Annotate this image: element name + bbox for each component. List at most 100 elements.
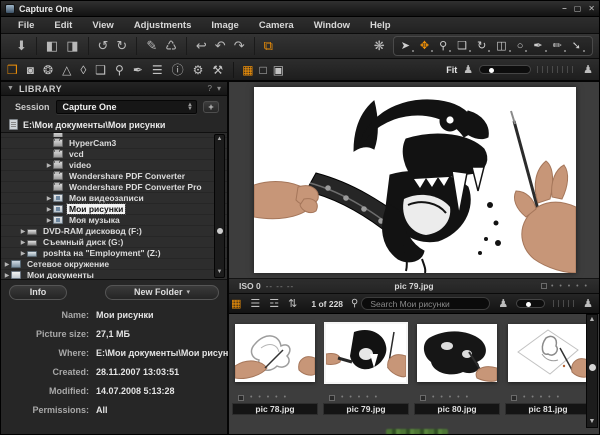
tree-scroll-track[interactable] <box>215 144 224 268</box>
keystone-tool-icon[interactable]: ◫ <box>496 38 510 54</box>
info-tab-icon[interactable]: ⓘ <box>172 62 184 78</box>
tree-item[interactable]: ▶DVD-RAM дисковод (F:) <box>1 226 227 237</box>
thumbnail-image[interactable] <box>235 324 315 382</box>
thumb-rows-icon[interactable]: ☲ <box>269 297 279 310</box>
menu-view[interactable]: View <box>83 20 122 31</box>
grid-view-icon[interactable]: ▦ <box>242 62 253 78</box>
lens-tab-icon[interactable]: ◊ <box>80 62 86 78</box>
thumbnail-image[interactable] <box>508 324 588 382</box>
tree-item[interactable]: ▶Моя музыка <box>1 215 227 226</box>
rotate-image-ccw-icon[interactable]: ↺ <box>98 37 109 55</box>
scroll-up-icon[interactable]: ▲ <box>217 135 223 144</box>
select-checkbox[interactable] <box>511 395 517 401</box>
image-viewer[interactable] <box>229 82 599 279</box>
session-select[interactable]: Capture One ▲ ▼ <box>56 100 197 114</box>
tree-item[interactable]: ▶Мои документы <box>1 270 227 280</box>
close-button[interactable]: ✕ <box>588 4 595 14</box>
tree-expand-icon[interactable]: ▶ <box>3 261 11 268</box>
zoom-slider-knob[interactable] <box>489 68 494 73</box>
collapse-icon[interactable]: ▼ <box>7 85 14 92</box>
scroll-down-icon[interactable]: ▼ <box>217 268 223 277</box>
tree-item[interactable]: HyperCam3 <box>1 138 227 149</box>
edit-folder-icon[interactable]: ✎ <box>146 37 157 55</box>
rotate-screen-left-icon[interactable]: ◧ <box>46 37 58 55</box>
copy-settings-icon[interactable]: ⧉ <box>264 37 273 55</box>
apply-adjustments-tool-icon[interactable]: ➘ <box>572 38 585 54</box>
tree-item[interactable]: ▶Сетевое окружение <box>1 259 227 270</box>
rating-dots[interactable]: • • • • • <box>250 394 288 401</box>
panel-menu-icon[interactable]: ▾ <box>217 84 221 93</box>
settings-tab-icon[interactable]: ⚙ <box>193 62 204 78</box>
browser-scrollbar[interactable]: ▲ ▼ <box>586 314 598 428</box>
tree-item[interactable]: ▶Мои видеозаписи <box>1 193 227 204</box>
menu-file[interactable]: File <box>9 20 43 31</box>
select-checkbox[interactable] <box>420 395 426 401</box>
crop-tool-icon[interactable]: ❑ <box>457 38 471 54</box>
rotate-image-cw-icon[interactable]: ↻ <box>116 37 127 55</box>
fit-label[interactable]: Fit <box>446 65 457 75</box>
rating-dots[interactable]: • • • • • <box>523 394 561 401</box>
undo-all-icon[interactable]: ↩ <box>196 37 207 55</box>
select-tool-icon[interactable]: ➤ <box>401 38 414 54</box>
tree-item[interactable]: ▶video <box>1 160 227 171</box>
rotate-screen-right-icon[interactable]: ◨ <box>66 37 78 55</box>
tree-scrollbar[interactable]: ▲ ▼ <box>214 134 225 278</box>
tree-expand-icon[interactable]: ▶ <box>19 239 27 246</box>
tree-expand-icon[interactable]: ▶ <box>19 228 27 235</box>
thumb-size-slider[interactable] <box>516 299 545 308</box>
tree-expand-icon[interactable]: ▶ <box>45 195 53 202</box>
tree-scroll-thumb[interactable] <box>217 228 223 234</box>
select-checkbox[interactable] <box>238 395 244 401</box>
thumb-list-icon[interactable]: ☰ <box>250 297 260 310</box>
title-bar[interactable]: Capture One – ▢ ✕ <box>1 1 599 17</box>
white-balance-icon[interactable]: ❋ <box>374 37 385 55</box>
thumbnail-cell-selected[interactable]: • • • • • pic 79.jpg <box>322 320 410 435</box>
tree-expand-icon[interactable]: ▶ <box>19 250 27 257</box>
color-tab-icon[interactable]: ❂ <box>43 62 53 78</box>
menu-adjustments[interactable]: Adjustments <box>125 20 201 31</box>
minimize-button[interactable]: – <box>562 4 566 14</box>
tree-item[interactable]: ▶Съемный диск (G:) <box>1 237 227 248</box>
tree-expand-icon[interactable]: ▶ <box>45 162 53 169</box>
draw-mask-tool-icon[interactable]: ✒ <box>533 38 546 54</box>
tree-expand-icon[interactable]: ▶ <box>45 217 53 224</box>
tree-item[interactable]: ▶Мои рисунки <box>1 204 227 215</box>
help-icon[interactable]: ? <box>208 84 212 93</box>
metadata-tab-icon[interactable]: ☰ <box>152 62 163 78</box>
scroll-up-icon[interactable]: ▲ <box>589 315 596 325</box>
thumb-grid-icon[interactable]: ▦ <box>231 297 241 310</box>
tree-item[interactable]: Wondershare PDF Converter Pro <box>1 182 227 193</box>
redo-icon[interactable]: ↷ <box>234 37 245 55</box>
browser-scroll-track[interactable] <box>587 325 597 417</box>
trash-icon[interactable]: ♺ <box>165 37 177 55</box>
menu-image[interactable]: Image <box>202 20 247 31</box>
pan-tool-icon[interactable]: ✥ <box>420 38 433 54</box>
import-images-icon[interactable]: ⬇ <box>16 37 27 55</box>
library-header[interactable]: ▼ LIBRARY ? ▾ <box>1 82 227 96</box>
session-down-icon[interactable]: ▼ <box>187 107 193 111</box>
crop-tab-icon[interactable]: ❑ <box>95 62 106 78</box>
thumbnail-image[interactable] <box>417 324 497 382</box>
new-folder-button[interactable]: New Folder ▾ <box>105 285 219 300</box>
zoom-slider[interactable] <box>479 65 531 74</box>
focus-tab-icon[interactable]: ⚲ <box>115 62 124 78</box>
library-tab-icon[interactable]: ❒ <box>7 62 18 78</box>
preview-image[interactable] <box>254 87 576 273</box>
scroll-down-icon[interactable]: ▼ <box>589 417 596 427</box>
rating-dots[interactable]: • • • • • <box>432 394 470 401</box>
info-button[interactable]: Info <box>9 285 67 300</box>
proof-view-icon[interactable]: ▣ <box>273 62 284 78</box>
browser-scroll-thumb[interactable] <box>589 364 596 371</box>
select-checkbox[interactable] <box>541 283 547 289</box>
menu-edit[interactable]: Edit <box>45 20 81 31</box>
rotate-tool-icon[interactable]: ↻ <box>477 38 490 54</box>
tree-item[interactable]: Wondershare PDF Converter <box>1 171 227 182</box>
thumbnail-image[interactable] <box>326 324 406 382</box>
thumbnail-cell[interactable]: • • • • • pic 78.jpg <box>231 320 319 435</box>
sort-icon[interactable]: ⇅ <box>288 297 297 310</box>
spot-tool-icon[interactable]: ○ <box>517 38 528 54</box>
maximize-button[interactable]: ▢ <box>574 4 582 14</box>
tree-item[interactable]: vcd <box>1 149 227 160</box>
menu-window[interactable]: Window <box>305 20 359 31</box>
current-path-row[interactable]: E:\Мои документы\Мои рисунки <box>1 117 227 132</box>
